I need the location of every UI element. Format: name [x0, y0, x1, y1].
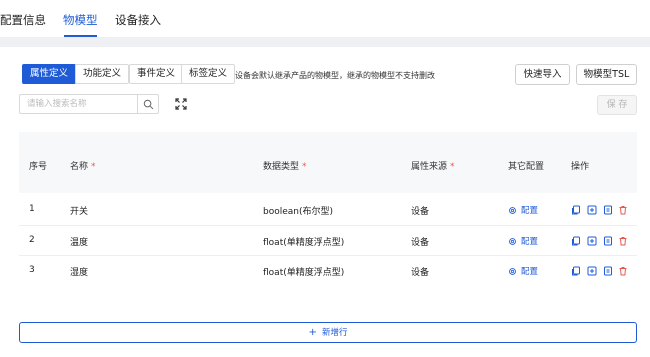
settings-icon — [509, 237, 516, 245]
expand-icon[interactable] — [174, 97, 188, 111]
col-other-config: 其它配置 — [508, 162, 545, 172]
required-mark: * — [450, 162, 455, 172]
row-name: 开关 — [70, 207, 89, 217]
insert-icon[interactable] — [587, 266, 597, 276]
row-source: 设备 — [411, 238, 430, 248]
row-index: 3 — [29, 265, 35, 275]
row-config-link[interactable]: 配置 — [508, 235, 538, 247]
tab-config-info[interactable]: 配置信息 — [0, 12, 46, 34]
copy-icon[interactable] — [571, 205, 581, 215]
top-tab-bar: 配置信息 物模型 设备接入 — [0, 0, 650, 37]
config-label: 配置 — [521, 237, 539, 247]
config-label: 配置 — [521, 267, 539, 277]
search-button[interactable] — [137, 94, 159, 114]
row-index: 2 — [29, 235, 35, 245]
search-icon — [143, 99, 153, 109]
col-index: 序号 — [29, 162, 48, 172]
row-source: 设备 — [411, 268, 430, 278]
row-data-type: boolean(布尔型) — [263, 207, 334, 217]
document-icon[interactable] — [603, 236, 613, 246]
copy-icon[interactable] — [571, 266, 581, 276]
copy-icon[interactable] — [571, 236, 581, 246]
add-row-button[interactable]: + 新增行 — [19, 322, 637, 343]
settings-icon — [509, 206, 516, 214]
col-data-type: 数据类型 * — [263, 159, 307, 172]
document-icon[interactable] — [603, 205, 613, 215]
col-data-type-label: 数据类型 — [263, 162, 300, 172]
row-data-type: float(单精度浮点型) — [263, 238, 345, 248]
col-source-label: 属性来源 — [411, 162, 448, 172]
insert-icon[interactable] — [587, 236, 597, 246]
config-label: 配置 — [521, 206, 539, 216]
col-name-label: 名称 — [70, 162, 89, 172]
row-name: 湿度 — [70, 268, 89, 278]
delete-icon[interactable] — [618, 236, 628, 246]
col-name: 名称 * — [70, 159, 96, 172]
row-data-type: float(单精度浮点型) — [263, 268, 345, 278]
col-operations: 操作 — [571, 162, 590, 172]
row-index: 1 — [29, 204, 35, 214]
plus-icon: + — [308, 327, 317, 338]
subtab-tags[interactable]: 标签定义 — [181, 64, 236, 84]
delete-icon[interactable] — [618, 266, 628, 276]
add-row-label: 新增行 — [321, 328, 348, 338]
inherit-note: 设备会默认继承产品的物模型，继承的物模型不支持删改 — [235, 71, 435, 80]
tab-thing-model[interactable]: 物模型 — [63, 12, 98, 37]
document-icon[interactable] — [603, 266, 613, 276]
row-name: 温度 — [70, 238, 89, 248]
row-source: 设备 — [411, 207, 430, 217]
save-button[interactable]: 保 存 — [597, 95, 637, 115]
quick-import-button[interactable]: 快速导入 — [515, 64, 570, 85]
insert-icon[interactable] — [587, 205, 597, 215]
row-config-link[interactable]: 配置 — [508, 265, 538, 277]
delete-icon[interactable] — [618, 205, 628, 215]
row-divider — [19, 225, 637, 226]
row-config-link[interactable]: 配置 — [508, 204, 538, 216]
subtab-events[interactable]: 事件定义 — [129, 64, 184, 84]
required-mark: * — [91, 162, 96, 172]
settings-icon — [509, 267, 516, 275]
tsl-button[interactable]: 物模型TSL — [576, 64, 637, 85]
table-header — [19, 132, 637, 193]
subtab-properties[interactable]: 属性定义 — [22, 64, 77, 84]
subtab-functions[interactable]: 功能定义 — [75, 64, 130, 84]
row-divider — [19, 255, 637, 256]
search-input[interactable] — [19, 94, 137, 114]
tab-device-access[interactable]: 设备接入 — [115, 12, 161, 34]
required-mark: * — [302, 162, 307, 172]
divider-band — [0, 37, 650, 47]
col-source: 属性来源 * — [411, 159, 455, 172]
